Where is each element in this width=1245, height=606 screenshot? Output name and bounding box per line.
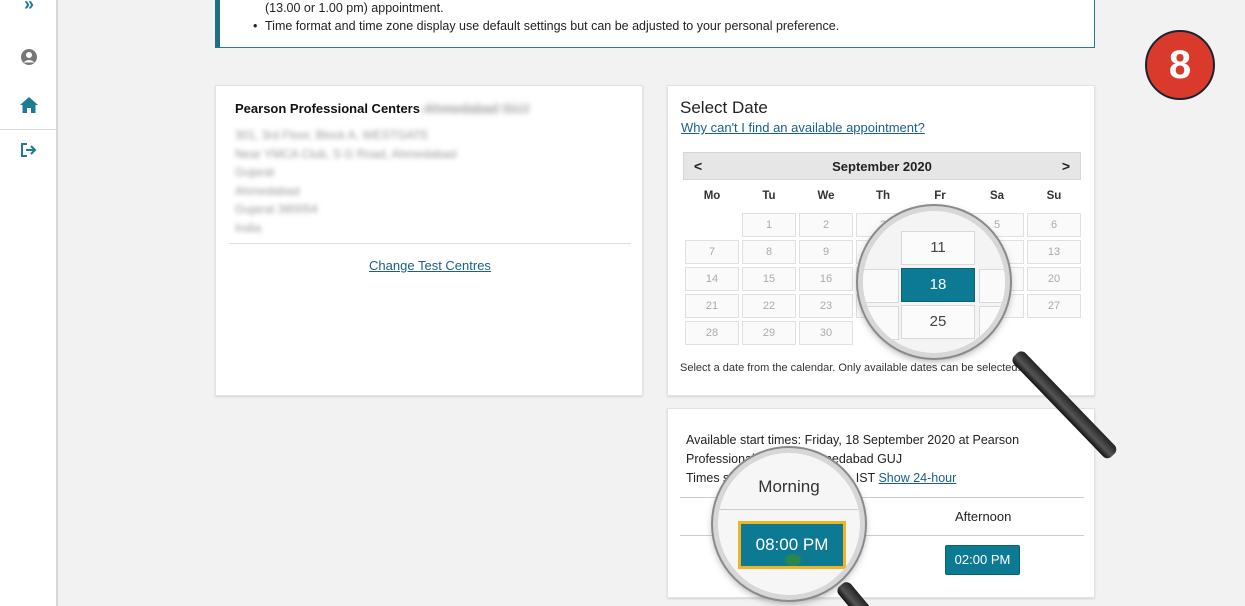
test-center-card: Pearson Professional Centers-Ahmedabad G… (215, 85, 643, 396)
address-line: Gujarat (235, 165, 275, 179)
calendar-day[interactable]: 7 (685, 240, 739, 264)
magnified-day: 25 (901, 305, 975, 339)
calendar-day[interactable]: 15 (742, 267, 796, 291)
expand-glyph: » (23, 0, 34, 14)
weekday-label: Mo (703, 190, 721, 202)
calendar-day[interactable]: 27 (1027, 294, 1081, 318)
calendar-note: Select a date from the calendar. Only av… (680, 362, 1021, 374)
magnified-morning-label: Morning (758, 477, 820, 496)
calendar-day[interactable]: 14 (685, 267, 739, 291)
magnified-cell (979, 269, 1005, 303)
calendar-day[interactable]: 30 (799, 321, 853, 345)
calendar-day[interactable]: 2 (799, 213, 853, 237)
center-divider (229, 243, 631, 244)
profile-icon[interactable] (0, 48, 58, 71)
calendar-header: < September 2020 > (683, 152, 1081, 180)
calendar-day[interactable]: 23 (799, 294, 853, 318)
sidebar-divider (0, 129, 56, 130)
why-no-appointment-link[interactable]: Why can't I find an available appointmen… (681, 120, 925, 135)
change-test-centres-link[interactable]: Change Test Centres (216, 258, 644, 273)
calendar-day[interactable]: 9 (799, 240, 853, 264)
home-icon[interactable] (0, 96, 58, 119)
calendar-month: September 2020 (832, 159, 932, 174)
calendar-magnifier: 11 18 25 (858, 206, 1010, 358)
center-name-text: Pearson Professional Centers (235, 101, 420, 116)
bullet-icon: • (253, 19, 258, 33)
weekday-label: Th (875, 190, 891, 202)
afternoon-column-label: Afternoon (955, 509, 1012, 524)
select-date-title: Select Date (680, 98, 768, 117)
weekday-label: Tu (762, 190, 776, 202)
address-line: Ahmedabad (235, 183, 300, 198)
calendar-day[interactable]: 16 (799, 267, 853, 291)
calendar-day[interactable]: 8 (742, 240, 796, 264)
weekday-label: Sa (989, 190, 1005, 202)
magnified-cell (863, 269, 899, 303)
time-magnifier: Morning 08:00 PM (713, 448, 865, 600)
morning-time-text: 08:00 PM (755, 535, 829, 554)
info-line-2-text: Time format and time zone display use de… (265, 19, 840, 33)
step-badge: 8 (1145, 30, 1215, 100)
center-name: Pearson Professional Centers-Ahmedabad G… (235, 101, 529, 116)
address-line: India (235, 220, 262, 235)
weekday-label: Fr (934, 190, 946, 202)
info-line-1: (13.00 or 1.00 pm) appointment. (265, 1, 444, 15)
info-panel: (13.00 or 1.00 pm) appointment. • Time fo… (215, 0, 1095, 48)
calendar-day[interactable]: 21 (685, 294, 739, 318)
magnified-day: 11 (901, 231, 975, 265)
calendar-day[interactable]: 13 (1027, 240, 1081, 264)
calendar-day[interactable]: 6 (1027, 213, 1081, 237)
address-line: 301, 3rd Floor, Block A, WESTGATE (235, 128, 429, 142)
cursor-blob (785, 554, 801, 566)
magnified-divider (718, 509, 860, 510)
address-line: Near YMCA Club, S G Road, Ahmedabad (235, 146, 457, 161)
morning-time-button[interactable]: 08:00 PM (738, 521, 846, 569)
calendar-day[interactable]: 29 (742, 321, 796, 345)
weekday-label: Su (1046, 190, 1062, 202)
calendar-day[interactable]: 1 (742, 213, 796, 237)
calendar-day[interactable]: 20 (1027, 267, 1081, 291)
weekday-label: We (817, 190, 835, 202)
magnified-cell (863, 306, 899, 340)
calendar-day[interactable]: 22 (742, 294, 796, 318)
next-month-button[interactable]: > (1062, 158, 1070, 174)
sign-out-icon[interactable] (0, 142, 58, 163)
address-line: Gujarat 380054 (235, 202, 318, 216)
calendar-day[interactable]: 28 (685, 321, 739, 345)
center-address: 301, 3rd Floor, Block A, WESTGATE Near Y… (235, 126, 456, 237)
sidebar: » (0, 0, 58, 606)
show-24-hour-link[interactable]: Show 24-hour (878, 471, 956, 485)
info-line-2: • Time format and time zone display use d… (253, 19, 839, 33)
times-line-1: Available start times: Friday, 18 Septem… (686, 433, 1020, 447)
magnified-day-selected[interactable]: 18 (901, 268, 975, 302)
afternoon-time-button[interactable]: 02:00 PM (945, 545, 1020, 575)
expand-sidebar-icon[interactable]: » (0, 0, 58, 15)
center-name-blurred: -Ahmedabad GUJ (419, 101, 530, 116)
